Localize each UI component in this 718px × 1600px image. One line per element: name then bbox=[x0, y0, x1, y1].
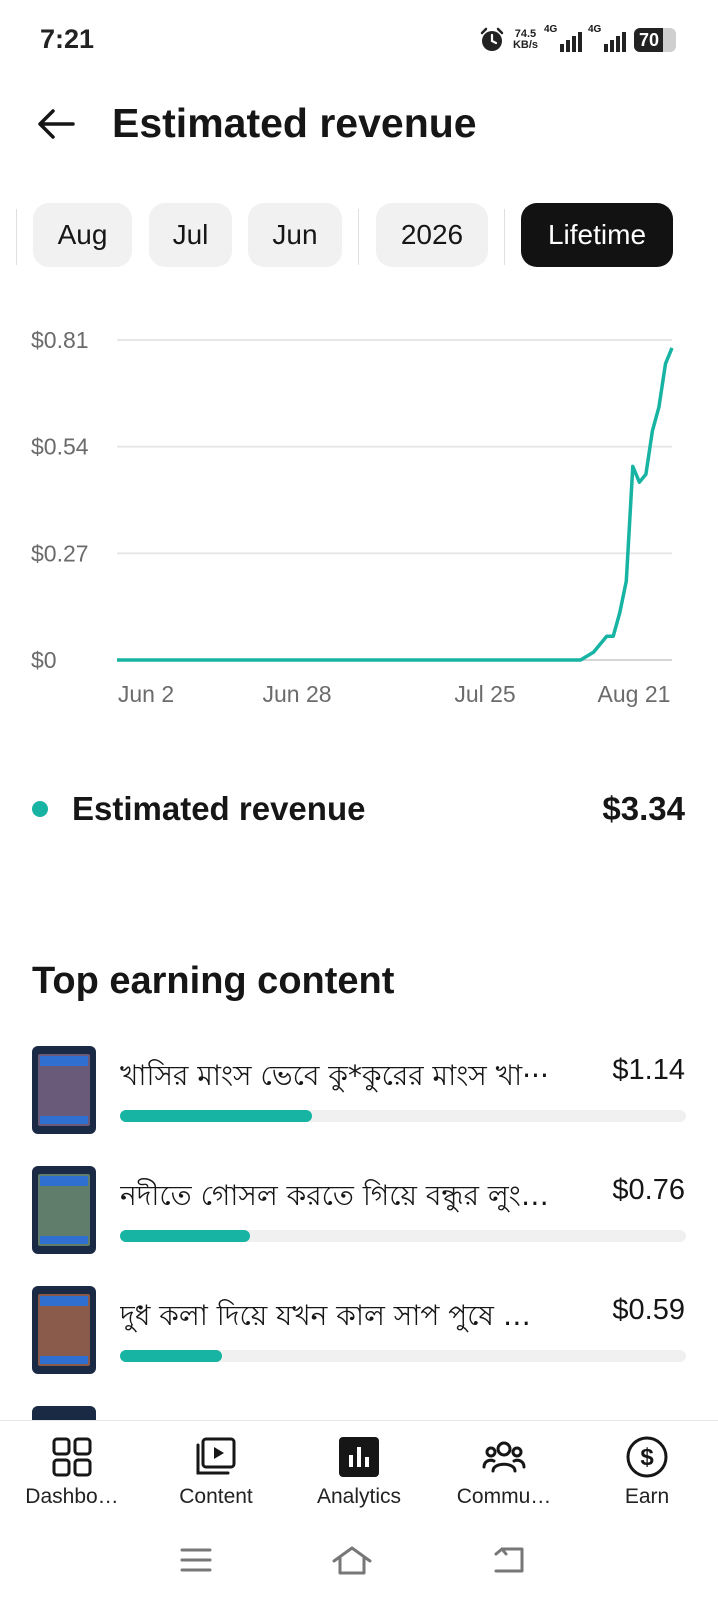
item-value: $1.14 bbox=[612, 1054, 685, 1086]
status-bar: 7:21 74.5 KB/s 4G 4G 70 bbox=[0, 0, 718, 80]
tab-jul[interactable]: Jul bbox=[149, 203, 232, 267]
tab-lifetime[interactable]: Lifetime bbox=[521, 203, 673, 267]
back-button[interactable] bbox=[30, 98, 82, 150]
nav-content[interactable]: Content bbox=[146, 1435, 286, 1519]
progress-track bbox=[120, 1350, 686, 1362]
analytics-icon bbox=[339, 1437, 379, 1477]
list-item[interactable]: নদীতে গোসল করতে গিয়ে বন্ধুর লুংগি ··· $… bbox=[0, 1166, 718, 1256]
item-title: নদীতে গোসল করতে গিয়ে বন্ধুর লুংগি ··· bbox=[120, 1179, 560, 1212]
item-title: খাসির মাংস ভেবে কু*কুরের মাংস খা··· bbox=[120, 1059, 549, 1092]
system-back-button[interactable] bbox=[479, 1540, 539, 1580]
period-tabs: Aug Jul Jun 2026 Lifetime bbox=[0, 203, 718, 267]
progress-track bbox=[120, 1110, 686, 1122]
nav-earn[interactable]: $ Earn bbox=[577, 1435, 717, 1519]
progress-fill bbox=[120, 1230, 251, 1242]
nav-label: Commu… bbox=[456, 1485, 552, 1508]
nav-label: Dashbo… bbox=[25, 1485, 119, 1508]
legend-dot bbox=[32, 801, 48, 817]
net-speed: 74.5 KB/s bbox=[513, 29, 538, 51]
signal-icon: 4G bbox=[544, 24, 582, 52]
progress-fill bbox=[120, 1110, 313, 1122]
list-item[interactable]: খাসির মাংস ভেবে কু*কুরের মাংস খা··· $1.1… bbox=[0, 1046, 718, 1136]
y-tick-label: $0.27 bbox=[31, 540, 89, 566]
progress-fill bbox=[120, 1350, 222, 1362]
alarm-icon bbox=[480, 27, 504, 51]
svg-text:$: $ bbox=[640, 1444, 654, 1471]
home-icon bbox=[332, 1546, 372, 1575]
tab-jun[interactable]: Jun bbox=[248, 203, 342, 267]
nav-label: Earn bbox=[624, 1485, 670, 1508]
home-button[interactable] bbox=[322, 1540, 382, 1580]
item-value: $0.59 bbox=[612, 1294, 685, 1326]
tab-divider bbox=[358, 209, 359, 265]
header: Estimated revenue bbox=[0, 88, 718, 164]
network-label: 4G bbox=[544, 24, 558, 35]
status-icons: 74.5 KB/s 4G 4G 70 bbox=[479, 24, 676, 56]
system-nav bbox=[0, 1520, 718, 1600]
menu-icon bbox=[180, 1548, 212, 1572]
recent-apps-button[interactable] bbox=[166, 1540, 226, 1580]
dashboard-icon bbox=[52, 1437, 92, 1477]
bottom-nav: Dashbo… Content Analytics Commu… $ Earn bbox=[0, 1420, 718, 1520]
item-value: $0.76 bbox=[612, 1174, 685, 1206]
list-item[interactable] bbox=[0, 1406, 718, 1420]
page-title: Estimated revenue bbox=[112, 100, 477, 146]
nav-analytics[interactable]: Analytics bbox=[289, 1435, 429, 1519]
video-thumbnail bbox=[32, 1406, 96, 1420]
series-line bbox=[117, 347, 674, 662]
section-title: Top earning content bbox=[32, 960, 395, 1002]
tab-divider bbox=[504, 209, 505, 265]
nav-label: Analytics bbox=[316, 1485, 402, 1508]
nav-dashboard[interactable]: Dashbo… bbox=[2, 1435, 142, 1519]
revenue-line-chart: $0 $0.27 $0.54 $0.81 Jun 2 Jun 28 Jul 25 Aug 21 bbox=[31, 327, 674, 707]
x-tick-label: Aug 21 bbox=[598, 681, 671, 707]
list-item[interactable]: দুধ কলা দিয়ে যখন কাল সাপ পুষে আ··· $0.5… bbox=[0, 1286, 718, 1376]
tab-aug[interactable]: Aug bbox=[33, 203, 132, 267]
video-thumbnail bbox=[32, 1286, 96, 1374]
video-thumbnail bbox=[32, 1166, 96, 1254]
arrow-left-icon bbox=[38, 109, 75, 139]
summary-value: $3.34 bbox=[602, 790, 685, 827]
battery-level: 70 bbox=[639, 29, 660, 50]
back-icon bbox=[494, 1547, 524, 1573]
y-tick-label: $0.81 bbox=[31, 327, 89, 353]
tab-2026[interactable]: 2026 bbox=[376, 203, 488, 267]
summary-label: Estimated revenue bbox=[72, 790, 366, 827]
x-tick-label: Jun 2 bbox=[118, 681, 174, 707]
net-speed-unit: KB/s bbox=[512, 39, 538, 51]
revenue-chart: $0 $0.27 $0.54 $0.81 Jun 2 Jun 28 Jul 25 Aug 21 bbox=[0, 320, 718, 740]
y-tick-label: $0.54 bbox=[31, 434, 89, 460]
nav-community[interactable]: Commu… bbox=[434, 1435, 574, 1519]
x-tick-label: Jul 25 bbox=[454, 681, 515, 707]
revenue-summary: Estimated revenue $3.34 bbox=[0, 780, 718, 830]
content-icon bbox=[196, 1437, 236, 1475]
network-label: 4G bbox=[588, 24, 602, 35]
x-tick-label: Jun 28 bbox=[262, 681, 331, 707]
item-title: দুধ কলা দিয়ে যখন কাল সাপ পুষে আ··· bbox=[120, 1299, 560, 1332]
status-time: 7:21 bbox=[40, 24, 95, 54]
tab-divider bbox=[16, 209, 17, 265]
battery-icon: 70 bbox=[634, 28, 676, 52]
earn-icon: $ bbox=[626, 1436, 668, 1478]
progress-track bbox=[120, 1230, 686, 1242]
y-tick-label: $0 bbox=[31, 647, 57, 673]
community-icon bbox=[482, 1441, 526, 1473]
nav-label: Content bbox=[179, 1485, 253, 1508]
video-thumbnail bbox=[32, 1046, 96, 1134]
signal-icon: 4G bbox=[588, 24, 626, 52]
